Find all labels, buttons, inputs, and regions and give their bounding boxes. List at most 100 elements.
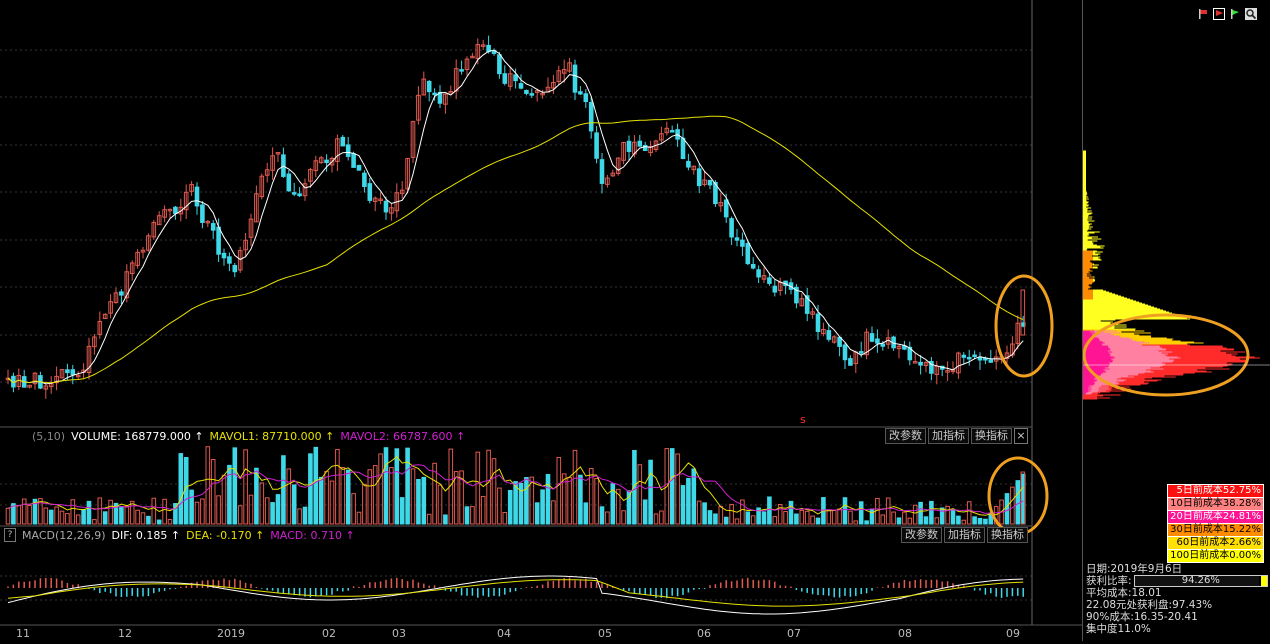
candle-body — [119, 291, 124, 296]
volume-bar — [794, 513, 799, 525]
candle-body — [345, 144, 351, 157]
volume-bar — [945, 505, 950, 525]
volume-bar — [831, 509, 837, 525]
candle-body — [826, 330, 832, 340]
volume-bar — [853, 520, 859, 525]
volume-bar — [621, 510, 626, 525]
candle-body — [972, 354, 977, 358]
switch-indicator-button[interactable]: 换指标 — [971, 428, 1012, 444]
volume-bar — [286, 468, 292, 525]
candle-body — [983, 358, 988, 361]
candle-body — [529, 93, 535, 96]
candle-body — [297, 193, 302, 197]
candle-body — [686, 160, 691, 168]
green-flag-icon[interactable] — [1229, 8, 1241, 20]
info-cost90: 90%成本:16.35-20.41 — [1086, 611, 1198, 623]
candle-body — [772, 285, 778, 293]
candle-body — [588, 101, 594, 132]
help-icon[interactable]: ? — [4, 528, 16, 542]
volume-bar — [70, 499, 76, 525]
candle-body — [756, 269, 761, 278]
volume-bar — [59, 510, 65, 525]
candle-body — [966, 356, 972, 360]
volume-bar — [318, 476, 324, 525]
candle-body — [572, 64, 578, 93]
candle-body — [518, 83, 524, 89]
volume-bar — [216, 495, 221, 525]
volume-bar — [551, 500, 556, 525]
volume-indicator-bar: (5,10) VOLUME: 168779.000 ↑ MAVOL1: 8771… — [0, 428, 1032, 444]
volume-bar — [799, 509, 805, 525]
volume-bar — [934, 517, 940, 525]
candle-body — [524, 89, 529, 94]
volume-bar — [707, 510, 713, 525]
volume-bar — [767, 496, 772, 525]
candle-body — [1020, 289, 1026, 336]
volume-bar — [556, 456, 562, 525]
volume-bar — [745, 511, 751, 525]
volume-bar — [983, 518, 988, 525]
volume-bar — [902, 511, 907, 525]
volume-bar — [302, 506, 308, 525]
volume-bar — [783, 511, 788, 525]
volume-bar — [383, 447, 389, 525]
x-axis-label: 02 — [322, 627, 336, 640]
modify-params-button[interactable]: 改参数 — [885, 428, 926, 444]
macd-switch-indicator-button[interactable]: 换指标 — [987, 527, 1028, 543]
volume-bar — [761, 511, 767, 525]
volume-bar — [869, 508, 875, 525]
candlestick-chart[interactable]: 11 12 2019 02 03 04 05 06 07 08 09 s — [0, 0, 1082, 641]
candle-body — [734, 237, 740, 241]
volume-bar — [772, 516, 778, 525]
macd-modify-params-button[interactable]: 改参数 — [901, 527, 942, 543]
volume-bar — [912, 504, 918, 525]
candle-body — [497, 54, 502, 75]
x-axis: 11 12 2019 02 03 04 05 06 07 08 09 — [16, 627, 1020, 640]
volume-bar — [788, 500, 794, 525]
flag-icon[interactable] — [1197, 8, 1209, 20]
volume-bar — [653, 513, 659, 525]
add-indicator-button[interactable]: 加指标 — [928, 428, 969, 444]
red-flag-icon[interactable] — [1213, 8, 1225, 20]
candle-body — [286, 173, 292, 192]
volume-bar — [648, 459, 653, 525]
candle-body — [513, 74, 518, 82]
volume-bar — [907, 517, 913, 525]
mavol1-value: MAVOL1: 87710.000 ↑ — [209, 429, 335, 443]
volume-bar — [594, 477, 599, 525]
search-icon[interactable] — [1245, 8, 1257, 20]
candle-body — [815, 313, 821, 332]
volume-bar — [237, 505, 243, 525]
candle-body — [448, 91, 454, 94]
volume-bar — [977, 517, 983, 525]
candle-body — [383, 200, 389, 213]
candle-body — [367, 183, 373, 201]
volume-bar — [27, 504, 32, 525]
candle-body — [194, 186, 200, 207]
volume-bar — [891, 511, 896, 525]
volume-bar — [729, 503, 734, 525]
candle-body — [880, 343, 886, 347]
volume-bar — [686, 477, 691, 525]
volume-bar — [637, 464, 643, 525]
candle-body — [173, 206, 178, 214]
close-icon[interactable]: × — [1014, 428, 1028, 444]
volume-bar — [65, 513, 70, 525]
candle-body — [200, 204, 205, 223]
volume-bar — [421, 476, 427, 525]
volume-bar — [264, 497, 270, 525]
volume-bar — [804, 510, 810, 525]
volume-bar — [534, 502, 540, 525]
volume-bar — [416, 478, 421, 525]
volume-bar — [939, 507, 945, 525]
event-marker[interactable]: s — [800, 413, 806, 426]
candle-body — [599, 159, 605, 184]
volume-bar — [972, 516, 977, 525]
profit-label: 获利比率: — [1086, 575, 1132, 587]
candle-body — [502, 73, 508, 84]
candle-body — [459, 69, 464, 72]
x-axis-label: 12 — [118, 627, 132, 640]
ma-long-line — [7, 115, 1024, 384]
volume-bar — [734, 518, 740, 525]
macd-add-indicator-button[interactable]: 加指标 — [944, 527, 985, 543]
